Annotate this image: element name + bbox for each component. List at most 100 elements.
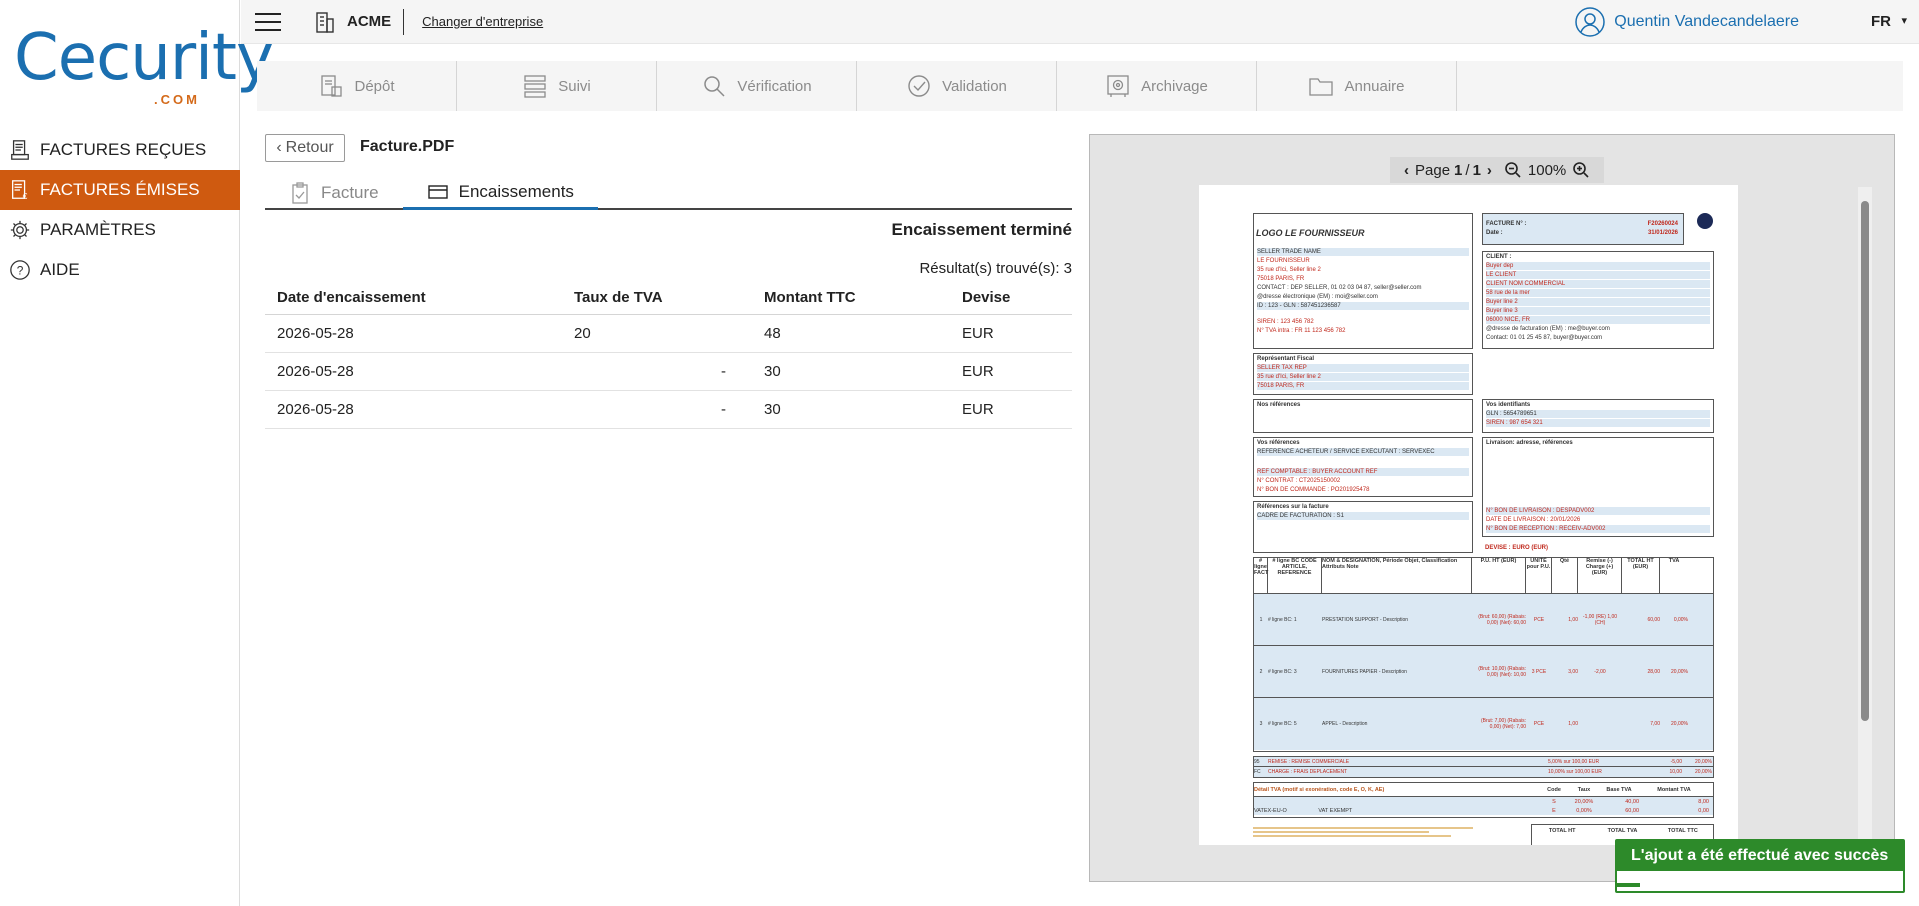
invoice-cell: 8,00 (1698, 798, 1709, 805)
supplier-logo-text: LOGO LE FOURNISSEUR (1256, 228, 1365, 238)
sidebar-item-settings[interactable]: PARAMÈTRES (0, 210, 240, 250)
invoice-cell: 0,00% (1576, 807, 1592, 814)
received-invoices-icon (8, 138, 32, 162)
tab-archivage[interactable]: Archivage (1057, 61, 1257, 111)
invoice-cell: -1,00 (RE) 1,00 (CH) (1582, 613, 1618, 626)
qr-badge-icon (1697, 213, 1713, 229)
invoice-currency: DEVISE : EURO (EUR) (1485, 545, 1549, 551)
tab-annuaire[interactable]: Annuaire (1257, 61, 1457, 111)
language-selector[interactable]: FR (1871, 13, 1891, 30)
invoice-cell: 60,00 (1647, 616, 1660, 623)
sidebar: Cecurity .COM FACTURES REÇUES € FACTURES… (0, 0, 274, 906)
chevron-down-icon[interactable]: ▾ (1901, 14, 1907, 27)
invoice-text: Représentant Fiscal (1257, 356, 1315, 362)
sidebar-item-label: PARAMÈTRES (40, 220, 156, 239)
column-header[interactable]: Taux de TVA (562, 282, 752, 315)
user-avatar-icon (1575, 7, 1606, 37)
zoom-out-button[interactable] (1504, 161, 1522, 179)
invoice-text: @dresse électronique (EM) : moi@seller.c… (1257, 294, 1378, 300)
pdf-toolbar: ‹ Page 1 / 1 › 100% (1390, 157, 1605, 183)
tab-depot[interactable]: Dépôt (257, 61, 457, 111)
table-row[interactable]: 2026-05-28 - 30 EUR (265, 390, 1072, 429)
invoice-col-header: TOTAL HT (EUR) (1622, 558, 1660, 593)
vat-detail-table: Détail TVA (motif si exonération, code E… (1253, 782, 1714, 818)
user-name: Quentin Vandecandelaere (1614, 13, 1799, 30)
cecurity-logo[interactable]: Cecurity .COM (14, 18, 274, 108)
page-separator: / (1465, 161, 1470, 179)
next-page-button[interactable]: › (1487, 162, 1492, 179)
allowance-row: FC CHARGE : FRAIS DEPLACEMENT 10,00% sur… (1254, 767, 1713, 777)
sidebar-item-issued-invoices[interactable]: € FACTURES ÉMISES (0, 170, 240, 210)
column-header[interactable]: Montant TTC (752, 282, 950, 315)
invoice-text: LE FOURNISSEUR (1257, 258, 1310, 264)
table-row[interactable]: 2026-05-28 - 30 EUR (265, 352, 1072, 391)
invoice-line-row: 2 # ligne BC: 3 FOURNITURES PAPIER - Des… (1254, 646, 1713, 698)
sidebar-nav: FACTURES REÇUES € FACTURES ÉMISES PARAMÈ… (0, 130, 240, 290)
help-icon: ? (8, 258, 32, 282)
invoice-cell: 1,00 (1568, 721, 1578, 727)
invoice-cell: 10,00% sur 100,00 EUR (1548, 769, 1602, 775)
vat-row: VATEX-EU-O VAT EXEMPT E 0,00% 60,00 0,00 (1254, 806, 1713, 815)
tab-label: Dépôt (354, 77, 395, 95)
tab-facture[interactable]: Facture (265, 176, 403, 210)
logo-text: Cecurity (14, 21, 274, 95)
vat-exempt-note: VAT EXEMPT (1318, 807, 1353, 814)
invoice-lines-table: # ligne FACT # ligne BC CODE ARTICLE, RE… (1253, 557, 1714, 752)
column-header[interactable]: Devise (950, 282, 1072, 315)
toast-progress-bar (1617, 883, 1640, 887)
success-toast[interactable]: L'ajout a été effectué avec succès (1615, 839, 1905, 893)
invoice-col-header: P.U. HT (EUR) (1472, 558, 1526, 593)
safe-icon (1107, 75, 1129, 97)
supplier-block: LOGO LE FOURNISSEUR SELLER TRADE NAME LE… (1253, 213, 1473, 349)
sidebar-item-label: AIDE (40, 260, 80, 279)
allowance-row: 95 REMISE : REMISE COMMERCIALE 5,00% sur… (1254, 757, 1713, 767)
sidebar-item-help[interactable]: ? AIDE (0, 250, 240, 290)
invoice-cell: 20,00% (1695, 758, 1712, 765)
invoice-cell: VATEX-EU-O VAT EXEMPT (1254, 808, 1539, 814)
invoice-text: Livraison: adresse, références (1486, 440, 1573, 446)
your-ids-block: Vos identifiants GLN : 5654789651 SIREN … (1482, 399, 1714, 433)
invoice-text: @dresse de facturation (EM) : me@buyer.c… (1486, 326, 1610, 332)
file-title: Facture.PDF (360, 138, 455, 155)
tab-suivi[interactable]: Suivi (457, 61, 657, 111)
issued-invoices-icon: € (8, 178, 32, 202)
invoice-cell: (Brut: 60,00) (Rabais: 0,00) (Net): 60,0… (1478, 613, 1526, 626)
invoice-cell: 2 (1259, 668, 1263, 675)
table-cell: 2026-05-28 (265, 390, 562, 429)
invoice-line-row: 3 # ligne BC: 5 APPEL - Description (Bru… (1254, 698, 1713, 750)
tab-encaissements[interactable]: Encaissements (402, 176, 598, 210)
invoice-text: Buyer dep (1486, 262, 1710, 270)
tab-label: Facture (321, 183, 379, 202)
user-menu[interactable]: Quentin Vandecandelaere (1574, 6, 1799, 38)
prev-page-button[interactable]: ‹ (1404, 162, 1409, 179)
back-label: Retour (285, 139, 334, 156)
invoice-cell: REMISE : REMISE COMMERCIALE (1268, 758, 1350, 765)
invoice-text: GLN : 5654789651 (1486, 410, 1710, 418)
column-header[interactable]: Date d'encaissement (265, 282, 562, 315)
invoice-cell: # ligne BC: 1 (1268, 616, 1297, 623)
hamburger-menu-icon[interactable] (255, 12, 281, 31)
vat-exempt-code: VATEX-EU-O (1254, 807, 1287, 814)
back-button[interactable]: ‹ Retour (265, 134, 345, 162)
tab-validation[interactable]: Validation (857, 61, 1057, 111)
invoice-cell: 95 (1254, 758, 1260, 765)
card-icon (427, 184, 448, 199)
invoice-text: N° BON DE LIVRAISON : DESPADV002 (1486, 507, 1710, 515)
invoice-col-header: Montant TVA (1657, 786, 1691, 793)
pdf-page[interactable]: LOGO LE FOURNISSEUR SELLER TRADE NAME LE… (1199, 185, 1738, 845)
scrollbar-thumb[interactable] (1861, 201, 1869, 721)
zoom-in-button[interactable] (1572, 161, 1590, 179)
invoice-text: 35 rue d'Ici, Seller line 2 (1257, 373, 1469, 381)
invoice-cell: PCE (1533, 721, 1545, 727)
sidebar-item-received-invoices[interactable]: FACTURES REÇUES (0, 130, 240, 170)
table-row[interactable]: 2026-05-28 20 48 EUR (265, 314, 1072, 353)
tab-verification[interactable]: Vérification (657, 61, 857, 111)
vat-detail-label: Détail TVA (motif si exonération, code E… (1254, 786, 1385, 793)
pdf-scrollbar[interactable] (1858, 187, 1872, 845)
change-company-link[interactable]: Changer d'entreprise (422, 14, 543, 29)
invoice-text: 75018 PARIS, FR (1257, 276, 1305, 282)
invoice-text: SIREN : 987 654 321 (1486, 419, 1710, 427)
zoom-out-icon (1505, 162, 1521, 178)
invoice-col-header: Taux (1577, 786, 1591, 793)
invoice-cell: 3,00 (1568, 668, 1578, 675)
